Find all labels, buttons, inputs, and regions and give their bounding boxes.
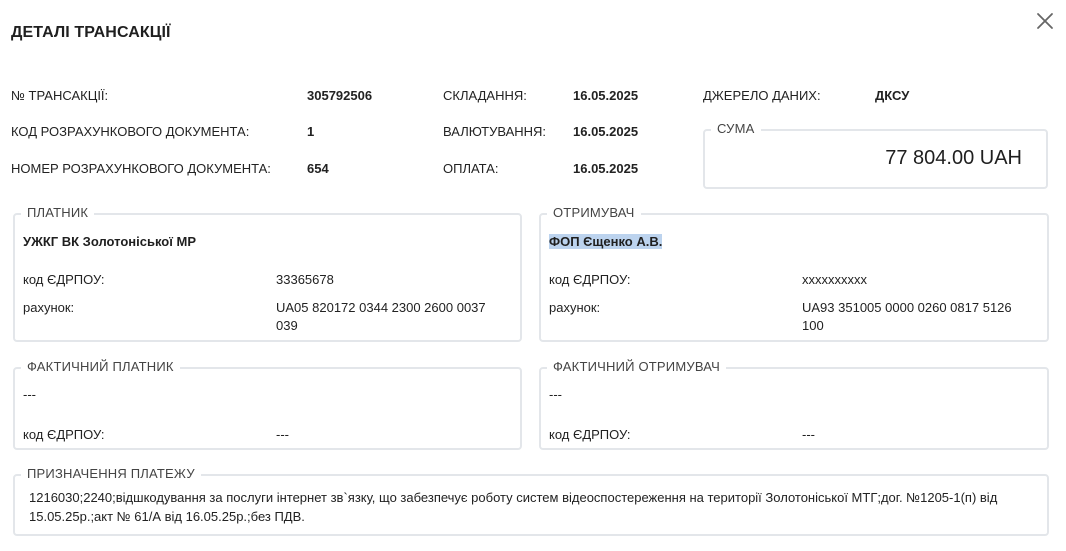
payer-account-value: UA05 820172 0344 2300 2600 0037 039: [276, 300, 486, 333]
actual-receiver-edrpou-label: код ЄДРПОУ:: [549, 427, 631, 442]
payment-label: ОПЛАТА:: [443, 161, 499, 176]
purpose-text: 1216030;2240;відшкодування за послуги ін…: [29, 490, 998, 524]
receiver-account-value: UA93 351005 0000 0260 0817 5126 100: [802, 300, 1012, 333]
actual-payer-edrpou-value: ---: [276, 427, 289, 442]
purpose-legend: ПРИЗНАЧЕННЯ ПЛАТЕЖУ: [21, 466, 201, 481]
actual-payer-legend: ФАКТИЧНИЙ ПЛАТНИК: [21, 359, 180, 374]
sum-value: 77 804.00 UAH: [885, 147, 1022, 169]
close-button[interactable]: [1035, 11, 1055, 31]
purpose-box: ПРИЗНАЧЕННЯ ПЛАТЕЖУ 1216030;2240;відшкод…: [13, 466, 1049, 536]
actual-payer-name: ---: [23, 387, 36, 402]
compiled-label: СКЛАДАННЯ:: [443, 88, 527, 103]
payer-name: УЖКГ ВК Золотоніської МР: [23, 234, 197, 249]
actual-receiver-legend: ФАКТИЧНИЙ ОТРИМУВАЧ: [547, 359, 726, 374]
source-value: ДКСУ: [875, 88, 910, 103]
sum-legend: СУМА: [711, 121, 761, 136]
receiver-edrpou-label: код ЄДРПОУ:: [549, 272, 631, 287]
receiver-legend: ОТРИМУВАЧ: [547, 205, 641, 220]
payment-value: 16.05.2025: [573, 161, 639, 176]
valuation-label: ВАЛЮТУВАННЯ:: [443, 124, 547, 139]
sum-box: СУМА 77 804.00 UAH: [703, 121, 1048, 189]
payer-box: ПЛАТНИК УЖКГ ВК Золотоніської МР код ЄДР…: [13, 205, 522, 342]
actual-receiver-edrpou-value: ---: [802, 427, 815, 442]
close-icon: [1037, 13, 1053, 29]
receiver-edrpou-value: xxxxxxxxxx: [802, 272, 867, 287]
receiver-box: ОТРИМУВАЧ ФОП Єщенко А.В. код ЄДРПОУ: xx…: [539, 205, 1049, 342]
doc-number-value: 654: [307, 161, 329, 176]
doc-code-label: КОД РОЗРАХУНКОВОГО ДОКУМЕНТА:: [11, 124, 250, 139]
dialog-title: ДЕТАЛІ ТРАНСАКЦІЇ: [11, 24, 171, 41]
payer-legend: ПЛАТНИК: [21, 205, 95, 220]
doc-number-label: НОМЕР РОЗРАХУНКОВОГО ДОКУМЕНТА:: [11, 161, 271, 176]
receiver-name[interactable]: ФОП Єщенко А.В.: [549, 234, 663, 249]
transaction-no-value: 305792506: [307, 88, 373, 103]
actual-payer-box: ФАКТИЧНИЙ ПЛАТНИК --- код ЄДРПОУ: ---: [13, 359, 522, 450]
source-label: ДЖЕРЕЛО ДАНИХ:: [703, 88, 821, 103]
actual-receiver-box: ФАКТИЧНИЙ ОТРИМУВАЧ --- код ЄДРПОУ: ---: [539, 359, 1049, 450]
receiver-name-wrap: ФОП Єщенко А.В.: [549, 234, 663, 249]
transaction-no-label: № ТРАНСАКЦІЇ:: [11, 88, 109, 103]
actual-receiver-name: ---: [549, 387, 562, 402]
receiver-account-label: рахунок:: [549, 300, 601, 315]
payer-account-label: рахунок:: [23, 300, 75, 315]
actual-payer-edrpou-label: код ЄДРПОУ:: [23, 427, 105, 442]
doc-code-value: 1: [307, 124, 315, 139]
valuation-value: 16.05.2025: [573, 124, 639, 139]
payer-edrpou-value: 33365678: [276, 272, 334, 287]
compiled-value: 16.05.2025: [573, 88, 639, 103]
payer-edrpou-label: код ЄДРПОУ:: [23, 272, 105, 287]
